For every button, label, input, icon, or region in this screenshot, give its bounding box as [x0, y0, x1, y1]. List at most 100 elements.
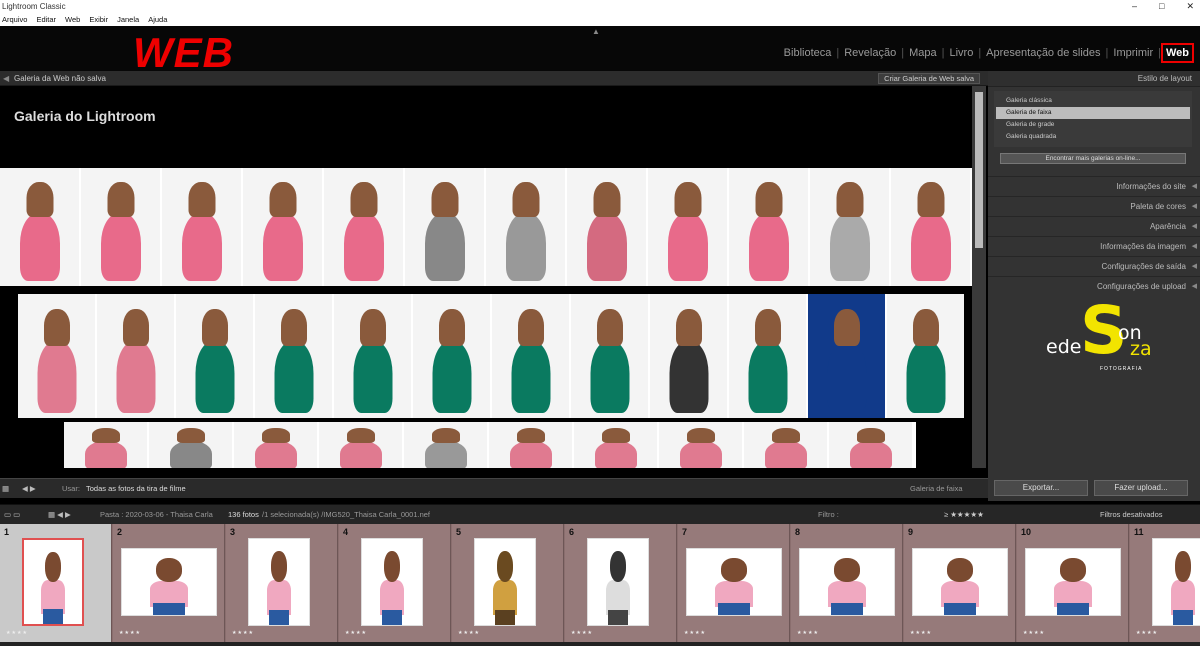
- gallery-photo[interactable]: [243, 168, 322, 286]
- filmstrip-thumbnail[interactable]: 2 ★★★★: [113, 524, 225, 642]
- module-revelacao[interactable]: Revelação: [839, 47, 901, 59]
- gallery-photo[interactable]: [648, 168, 727, 286]
- module-livro[interactable]: Livro: [944, 47, 978, 59]
- style-faixa[interactable]: Galeria de faixa: [996, 107, 1190, 119]
- gallery-photo[interactable]: [829, 422, 912, 468]
- gallery-photo[interactable]: [413, 294, 490, 418]
- menu-arquivo[interactable]: Arquivo: [2, 13, 27, 26]
- gallery-photo[interactable]: [18, 294, 95, 418]
- gallery-photo[interactable]: [334, 294, 411, 418]
- section-output-settings[interactable]: Configurações de saída: [988, 256, 1200, 277]
- folder-path[interactable]: Pasta : 2020-03-06 - Thaisa Carla: [100, 505, 213, 525]
- gallery-photo[interactable]: [659, 422, 742, 468]
- gallery-photo[interactable]: [404, 422, 487, 468]
- thumbnail-number: 11: [1134, 527, 1144, 537]
- gallery-photo[interactable]: [887, 294, 964, 418]
- window-title: Lightroom Classic: [2, 2, 66, 11]
- upload-button[interactable]: Fazer upload...: [1094, 480, 1188, 496]
- gallery-photo[interactable]: [808, 294, 885, 418]
- thumbnail-number: 10: [1021, 527, 1032, 537]
- gallery-photo[interactable]: [81, 168, 160, 286]
- gallery-photo[interactable]: [729, 168, 808, 286]
- section-site-info[interactable]: Informações do site: [988, 176, 1200, 197]
- gallery-photo[interactable]: [149, 422, 232, 468]
- right-panel: Estilo de layout Galeria clássica Galeri…: [988, 71, 1200, 501]
- menu-editar[interactable]: Editar: [36, 13, 56, 26]
- menu-ajuda[interactable]: Ajuda: [148, 13, 167, 26]
- gallery-photo[interactable]: [162, 168, 241, 286]
- gallery-photo[interactable]: [729, 294, 806, 418]
- gallery-photo[interactable]: [319, 422, 402, 468]
- gallery-photo[interactable]: [234, 422, 317, 468]
- usar-select[interactable]: Todas as fotos da tira de filme: [86, 479, 186, 499]
- secondary-window-icon[interactable]: ▭ ▭: [4, 505, 20, 525]
- filmstrip-thumbnail[interactable]: 3 ★★★★: [226, 524, 338, 642]
- menu-web[interactable]: Web: [65, 13, 80, 26]
- thumbnail-rating: ★★★★: [458, 630, 480, 636]
- gallery-photo[interactable]: [810, 168, 889, 286]
- layout-style-header[interactable]: Estilo de layout: [988, 71, 1200, 87]
- gallery-photo[interactable]: [0, 168, 79, 286]
- thumbnail-number: 9: [908, 527, 914, 537]
- photo-strip-row-1: [0, 168, 972, 286]
- gallery-photo[interactable]: [324, 168, 403, 286]
- module-imprimir[interactable]: Imprimir: [1108, 47, 1158, 59]
- panel-toggle-icon[interactable]: ◀: [3, 71, 9, 86]
- filmstrip-thumbnail[interactable]: 4 ★★★★: [339, 524, 451, 642]
- gallery-photo[interactable]: [176, 294, 253, 418]
- collapse-top-icon[interactable]: ▲: [592, 27, 600, 36]
- minimize-button[interactable]: –: [1132, 0, 1137, 13]
- module-mapa[interactable]: Mapa: [904, 47, 942, 59]
- scrollbar-thumb[interactable]: [975, 92, 983, 248]
- gallery-photo[interactable]: [650, 294, 727, 418]
- filmstrip-thumbnail[interactable]: 1 ★★★★: [0, 524, 112, 642]
- gallery-photo[interactable]: [492, 294, 569, 418]
- section-image-info[interactable]: Informações da imagem: [988, 236, 1200, 257]
- gallery-photo[interactable]: [486, 168, 565, 286]
- gallery-photo[interactable]: [571, 294, 648, 418]
- create-gallery-button[interactable]: Criar Galeria de Web salva: [878, 73, 980, 84]
- gallery-preview: Galeria do Lightroom: [0, 86, 972, 468]
- thumbnail-rating: ★★★★: [571, 630, 593, 636]
- thumbnail-rating: ★★★★: [797, 630, 819, 636]
- style-classica[interactable]: Galeria clássica: [996, 95, 1190, 107]
- menu-exibir[interactable]: Exibir: [89, 13, 108, 26]
- gallery-photo[interactable]: [64, 422, 147, 468]
- filmstrip-bar: ▭ ▭ ▦ ◀ ▶ Pasta : 2020-03-06 - Thaisa Ca…: [0, 504, 1200, 524]
- gallery-photo[interactable]: [891, 168, 970, 286]
- filmstrip-thumbnail[interactable]: 6 ★★★★: [565, 524, 677, 642]
- section-color-palette[interactable]: Paleta de cores: [988, 196, 1200, 217]
- preview-scrollbar[interactable]: [972, 86, 986, 468]
- gallery-photo[interactable]: [574, 422, 657, 468]
- gallery-photo[interactable]: [97, 294, 174, 418]
- export-button[interactable]: Exportar...: [994, 480, 1088, 496]
- module-web[interactable]: Web: [1160, 43, 1194, 63]
- grid-view-icon[interactable]: ▦: [2, 479, 9, 499]
- gallery-photo[interactable]: [567, 168, 646, 286]
- section-appearance[interactable]: Aparência: [988, 216, 1200, 237]
- filmstrip-thumbnail[interactable]: 11 ★★★★: [1130, 524, 1200, 642]
- style-quadrada[interactable]: Galeria quadrada: [996, 131, 1190, 143]
- gallery-photo[interactable]: [405, 168, 484, 286]
- filmstrip-thumbnail[interactable]: 5 ★★★★: [452, 524, 564, 642]
- gallery-photo[interactable]: [744, 422, 827, 468]
- nav-arrows-icon[interactable]: ◀ ▶: [22, 479, 36, 499]
- find-galleries-button[interactable]: Encontrar mais galerias on-line...: [1000, 153, 1186, 164]
- close-button[interactable]: ✕: [1186, 0, 1194, 13]
- filmstrip-thumbnail[interactable]: 9 ★★★★: [904, 524, 1016, 642]
- maximize-button[interactable]: □: [1159, 0, 1164, 13]
- module-apresentacao[interactable]: Apresentação de slides: [981, 47, 1105, 59]
- module-biblioteca[interactable]: Biblioteca: [779, 47, 837, 59]
- thumbnail-rating: ★★★★: [1023, 630, 1045, 636]
- rating-filter[interactable]: ≥ ★★★★★: [944, 505, 984, 525]
- style-grade[interactable]: Galeria de grade: [996, 119, 1190, 131]
- filmstrip-thumbnail[interactable]: 7 ★★★★: [678, 524, 790, 642]
- gallery-photo[interactable]: [255, 294, 332, 418]
- filter-dropdown[interactable]: Filtros desativados: [1100, 505, 1163, 525]
- gallery-photo[interactable]: [489, 422, 572, 468]
- menu-janela[interactable]: Janela: [117, 13, 139, 26]
- filmstrip: 1 ★★★★ 2 ★★★★ 3 ★★★★ 4 ★★★★ 5 ★★★★ 6 ★★★★ 7 ★★★★ 8 ★★★★…: [0, 524, 1200, 642]
- filmstrip-thumbnail[interactable]: 10 ★★★★: [1017, 524, 1129, 642]
- filmstrip-nav-icon[interactable]: ▦ ◀ ▶: [48, 505, 71, 525]
- filmstrip-thumbnail[interactable]: 8 ★★★★: [791, 524, 903, 642]
